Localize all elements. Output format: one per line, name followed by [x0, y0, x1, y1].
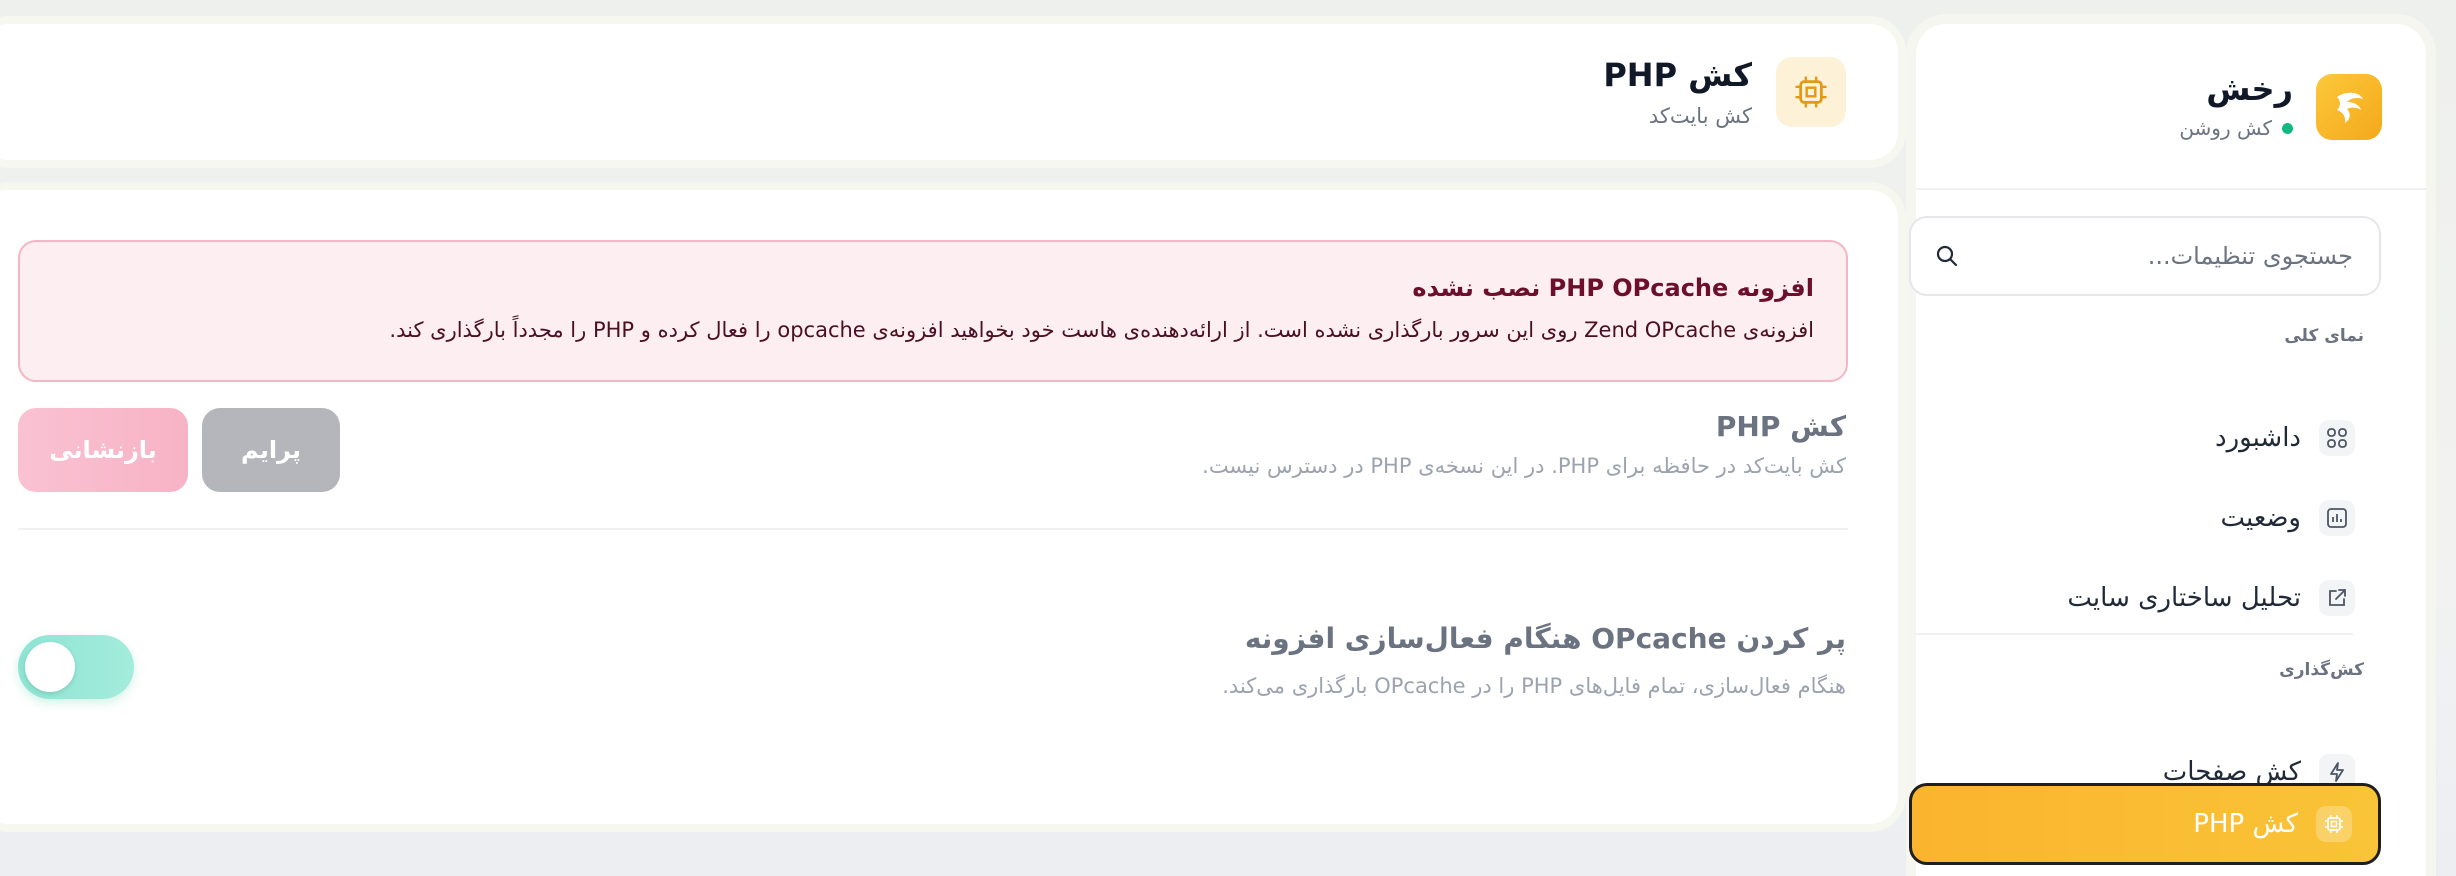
- horse-logo-icon: [2337, 92, 2363, 123]
- opcache-fill-description: هنگام فعال‌سازی، تمام فایل‌های PHP را در…: [1222, 674, 1846, 698]
- page-header: کش PHP کش بایت‌کد: [0, 24, 1898, 160]
- search-icon[interactable]: [1935, 244, 1959, 268]
- settings-search: [1909, 216, 2381, 296]
- page-subtitle: کش بایت‌کد: [1648, 104, 1752, 128]
- settings-card: افزونه PHP OPcache نصب نشده افزونه‌ی Zen…: [0, 190, 1898, 824]
- sidebar-item-label: داشبورد: [2215, 423, 2301, 453]
- cache-status: کش روشن: [2179, 116, 2293, 140]
- brand-header: رخش کش روشن: [1916, 24, 2426, 190]
- prime-button[interactable]: پرایم: [202, 408, 340, 492]
- alert-body: افزونه‌ی Zend OPcache روی این سرور بارگذ…: [389, 318, 1814, 342]
- sidebar-item-dashboard[interactable]: داشبورد: [1909, 406, 2381, 470]
- chip-icon: [2316, 806, 2352, 842]
- status-dot-icon: [2282, 122, 2293, 134]
- grid-icon: [2319, 420, 2355, 456]
- chip-icon: [1795, 76, 1827, 108]
- toggle-knob[interactable]: [25, 642, 75, 692]
- brand-logo[interactable]: [2316, 74, 2382, 140]
- reset-button[interactable]: بازنشانی: [18, 408, 188, 492]
- opcache-fill-toggle[interactable]: [18, 635, 134, 699]
- chart-icon: [2319, 500, 2355, 536]
- opcache-missing-alert: افزونه PHP OPcache نصب نشده افزونه‌ی Zen…: [18, 240, 1848, 382]
- alert-title: افزونه PHP OPcache نصب نشده: [1412, 274, 1814, 302]
- php-cache-title: کش PHP: [1715, 410, 1846, 443]
- app-root: رخش کش روشن نمای کلی: [0, 0, 2456, 876]
- sidebar-item-site-analysis[interactable]: تحلیل ساختاری سایت: [1909, 566, 2381, 630]
- opcache-fill-title: پر کردن OPcache هنگام فعال‌سازی افزونه: [1244, 622, 1846, 655]
- external-link-icon: [2319, 580, 2355, 616]
- section-label-overview: نمای کلی: [2284, 326, 2364, 346]
- cache-status-text: کش روشن: [2179, 116, 2272, 140]
- section-divider: [18, 528, 1848, 530]
- header-icon-tile: [1776, 57, 1846, 127]
- sidebar-item-status[interactable]: وضعیت: [1909, 486, 2381, 550]
- sidebar-item-label: وضعیت: [2220, 503, 2301, 533]
- section-label-caching: کش‌گذاری: [2279, 660, 2364, 680]
- page-title: کش PHP: [1603, 56, 1752, 94]
- sidebar-item-label: کش PHP: [2193, 809, 2298, 839]
- brand-name: رخش: [2206, 70, 2293, 108]
- sidebar-item-label: تحلیل ساختاری سایت: [2067, 583, 2301, 613]
- sidebar: رخش کش روشن نمای کلی: [1909, 24, 2426, 876]
- sidebar-divider: [1913, 633, 2353, 635]
- search-input[interactable]: [1993, 218, 2353, 294]
- php-cache-description: کش بایت‌کد در حافظه برای PHP. در این نسخ…: [1202, 454, 1846, 478]
- sidebar-item-php-cache[interactable]: کش PHP: [1909, 783, 2381, 865]
